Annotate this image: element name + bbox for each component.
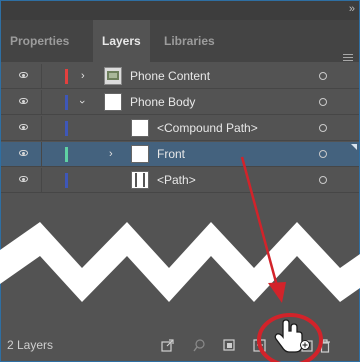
hand-cursor-with-plus-icon (274, 319, 310, 353)
annotation-overlay (0, 156, 360, 362)
zigzag-crop-edge (0, 222, 360, 302)
